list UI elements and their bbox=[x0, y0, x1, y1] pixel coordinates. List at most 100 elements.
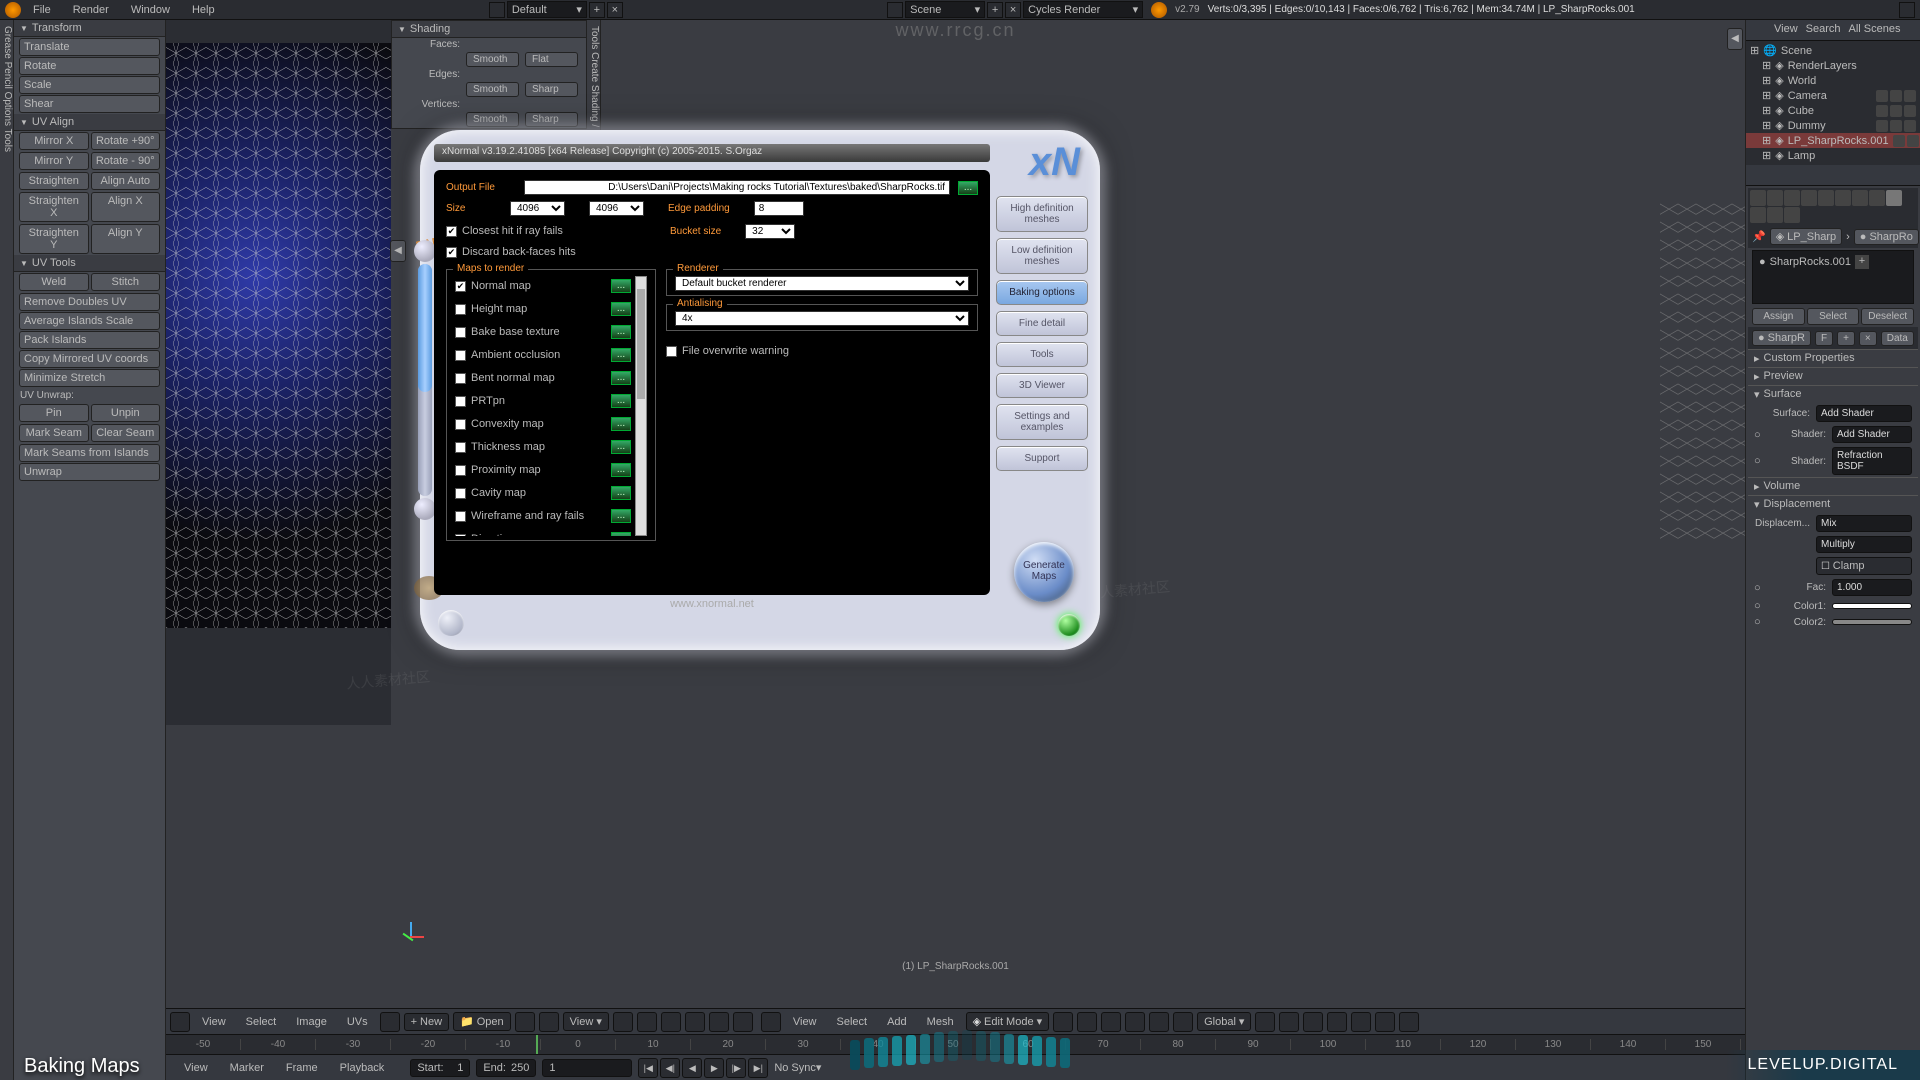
pivot-3d-icon[interactable] bbox=[1077, 1012, 1097, 1032]
minimize-stretch-button[interactable]: Minimize Stretch bbox=[19, 369, 160, 387]
xn-side-button[interactable]: Fine detail bbox=[996, 311, 1088, 336]
color2-swatch[interactable] bbox=[1832, 619, 1912, 625]
island-sel-icon[interactable] bbox=[709, 1012, 729, 1032]
tab-renderlayers[interactable] bbox=[1767, 190, 1783, 206]
map-options-button[interactable]: ... bbox=[611, 325, 631, 339]
mirror-x-button[interactable]: Mirror X bbox=[19, 132, 89, 150]
bucket-size-select[interactable]: 32 bbox=[745, 224, 795, 239]
custom-props-header[interactable]: ▸Custom Properties bbox=[1748, 349, 1918, 367]
outliner-type-icon[interactable] bbox=[1752, 23, 1766, 37]
prop-edit-icon[interactable] bbox=[1327, 1012, 1347, 1032]
align-y-button[interactable]: Align Y bbox=[91, 224, 161, 254]
tab-render[interactable] bbox=[1750, 190, 1766, 206]
outliner-item[interactable]: ⊞◈LP_SharpRocks.001 bbox=[1746, 133, 1920, 148]
map-checkbox[interactable]: Convexity map... bbox=[455, 417, 631, 431]
map-options-button[interactable]: ... bbox=[611, 279, 631, 293]
snap-3d-icon[interactable] bbox=[1303, 1012, 1323, 1032]
limit-sel-icon[interactable] bbox=[1173, 1012, 1193, 1032]
snap-icon[interactable] bbox=[733, 1012, 753, 1032]
uv-mesh-display[interactable] bbox=[166, 43, 391, 628]
outliner-view[interactable]: View bbox=[1774, 23, 1798, 37]
xn-side-button[interactable]: High definition meshes bbox=[996, 196, 1088, 232]
tab-scene[interactable] bbox=[1784, 190, 1800, 206]
gp-icon[interactable] bbox=[1375, 1012, 1395, 1032]
play-icon[interactable]: ▶ bbox=[704, 1058, 724, 1078]
outliner-item[interactable]: ⊞◈Dummy bbox=[1746, 118, 1920, 133]
shader2-dropdown[interactable]: Refraction BSDF bbox=[1832, 447, 1912, 475]
map-options-button[interactable]: ... bbox=[611, 417, 631, 431]
menu-help[interactable]: Help bbox=[182, 2, 225, 18]
map-options-button[interactable]: ... bbox=[611, 486, 631, 500]
avg-islands-button[interactable]: Average Islands Scale bbox=[19, 312, 160, 330]
tab-object[interactable] bbox=[1818, 190, 1834, 206]
aa-select[interactable]: 4x bbox=[675, 311, 969, 326]
rotate-button[interactable]: Rotate bbox=[19, 57, 160, 75]
xn-side-button[interactable]: Support bbox=[996, 446, 1088, 471]
map-checkbox[interactable]: Bent normal map... bbox=[455, 371, 631, 385]
tab-data[interactable] bbox=[1869, 190, 1885, 206]
menu-window[interactable]: Window bbox=[121, 2, 180, 18]
3d-view-menu[interactable]: View bbox=[785, 1014, 825, 1030]
time-view-menu[interactable]: View bbox=[176, 1060, 216, 1076]
xn-side-button[interactable]: Low definition meshes bbox=[996, 238, 1088, 274]
clear-seam-button[interactable]: Clear Seam bbox=[91, 424, 161, 442]
map-options-button[interactable]: ... bbox=[611, 509, 631, 523]
maps-scrollbar[interactable] bbox=[635, 276, 647, 536]
outliner-item[interactable]: ⊞◈RenderLayers bbox=[1746, 58, 1920, 73]
map-checkbox[interactable]: PRTpn... bbox=[455, 394, 631, 408]
uv-image-menu[interactable]: Image bbox=[288, 1014, 335, 1030]
screen-layout-icon[interactable] bbox=[489, 2, 505, 18]
layers-icon[interactable] bbox=[1279, 1012, 1299, 1032]
crumb-material[interactable]: ●SharpRo bbox=[1854, 229, 1919, 245]
unlink-mat-icon[interactable]: × bbox=[1859, 331, 1877, 346]
xn-side-button[interactable]: 3D Viewer bbox=[996, 373, 1088, 398]
face-mode-icon[interactable] bbox=[1149, 1012, 1169, 1032]
size-h-select[interactable]: 4096 bbox=[589, 201, 644, 216]
editor-type-3d-icon[interactable] bbox=[761, 1012, 781, 1032]
back-to-prev-icon[interactable] bbox=[1899, 2, 1915, 18]
end-frame-field[interactable]: End:250 bbox=[476, 1059, 536, 1077]
discard-backfaces-checkbox[interactable]: ✔Discard back-faces hits bbox=[446, 246, 978, 258]
mirror-y-button[interactable]: Mirror Y bbox=[19, 152, 89, 170]
fake-user-button[interactable]: F bbox=[1815, 331, 1833, 346]
time-playback-menu[interactable]: Playback bbox=[332, 1060, 393, 1076]
align-x-button[interactable]: Align X bbox=[91, 192, 161, 222]
uv-select-menu[interactable]: Select bbox=[238, 1014, 285, 1030]
xn-side-button[interactable]: Settings and examples bbox=[996, 404, 1088, 440]
outliner-item[interactable]: ⊞◈Lamp bbox=[1746, 148, 1920, 163]
align-auto-button[interactable]: Align Auto bbox=[91, 172, 161, 190]
pack-islands-button[interactable]: Pack Islands bbox=[19, 331, 160, 349]
new-image-button[interactable]: +New bbox=[404, 1013, 449, 1031]
edges-sharp-button[interactable]: Sharp bbox=[525, 82, 578, 97]
overwrite-checkbox[interactable]: File overwrite warning bbox=[666, 345, 978, 357]
multiply-dropdown[interactable]: Multiply bbox=[1816, 536, 1912, 553]
keyframe-prev-icon[interactable]: ◀| bbox=[660, 1058, 680, 1078]
add-scene-button[interactable]: + bbox=[987, 2, 1003, 18]
map-options-button[interactable]: ... bbox=[611, 394, 631, 408]
map-options-button[interactable]: ... bbox=[611, 302, 631, 316]
uvview-dropdown[interactable]: View▾ bbox=[563, 1012, 609, 1031]
scale-button[interactable]: Scale bbox=[19, 76, 160, 94]
translate-button[interactable]: Translate bbox=[19, 38, 160, 56]
maximize-icon[interactable] bbox=[1399, 1012, 1419, 1032]
add-slot-icon[interactable]: + bbox=[1855, 255, 1869, 269]
output-browse-button[interactable]: ... bbox=[958, 181, 978, 195]
remove-scene-button[interactable]: × bbox=[1005, 2, 1021, 18]
render-border-icon[interactable] bbox=[1351, 1012, 1371, 1032]
props-type-icon[interactable] bbox=[1900, 168, 1914, 182]
edge-mode-icon[interactable] bbox=[1125, 1012, 1145, 1032]
left-vert-tabs[interactable]: Grease Pencil Options Tools bbox=[0, 20, 14, 1080]
uvalign-header[interactable]: ▼UV Align bbox=[14, 114, 165, 131]
straighten-x-button[interactable]: Straighten X bbox=[19, 192, 89, 222]
map-checkbox[interactable]: ✔Normal map... bbox=[455, 279, 631, 293]
transform-header[interactable]: ▼Transform bbox=[14, 20, 165, 37]
outliner[interactable]: ⊞🌐Scene ⊞◈RenderLayers⊞◈World⊞◈Camera⊞◈C… bbox=[1746, 41, 1920, 165]
vert-sel-icon[interactable] bbox=[637, 1012, 657, 1032]
sync-icon[interactable] bbox=[613, 1012, 633, 1032]
expand-n-panel-icon[interactable]: ◀ bbox=[1727, 28, 1743, 50]
engine-dropdown[interactable]: Cycles Render▾ bbox=[1023, 1, 1143, 18]
pin-button[interactable]: Pin bbox=[19, 404, 89, 422]
disp-header[interactable]: ▾Displacement bbox=[1748, 495, 1918, 513]
outliner-search[interactable]: Search bbox=[1806, 23, 1841, 37]
edges-smooth-button[interactable]: Smooth bbox=[466, 82, 519, 97]
